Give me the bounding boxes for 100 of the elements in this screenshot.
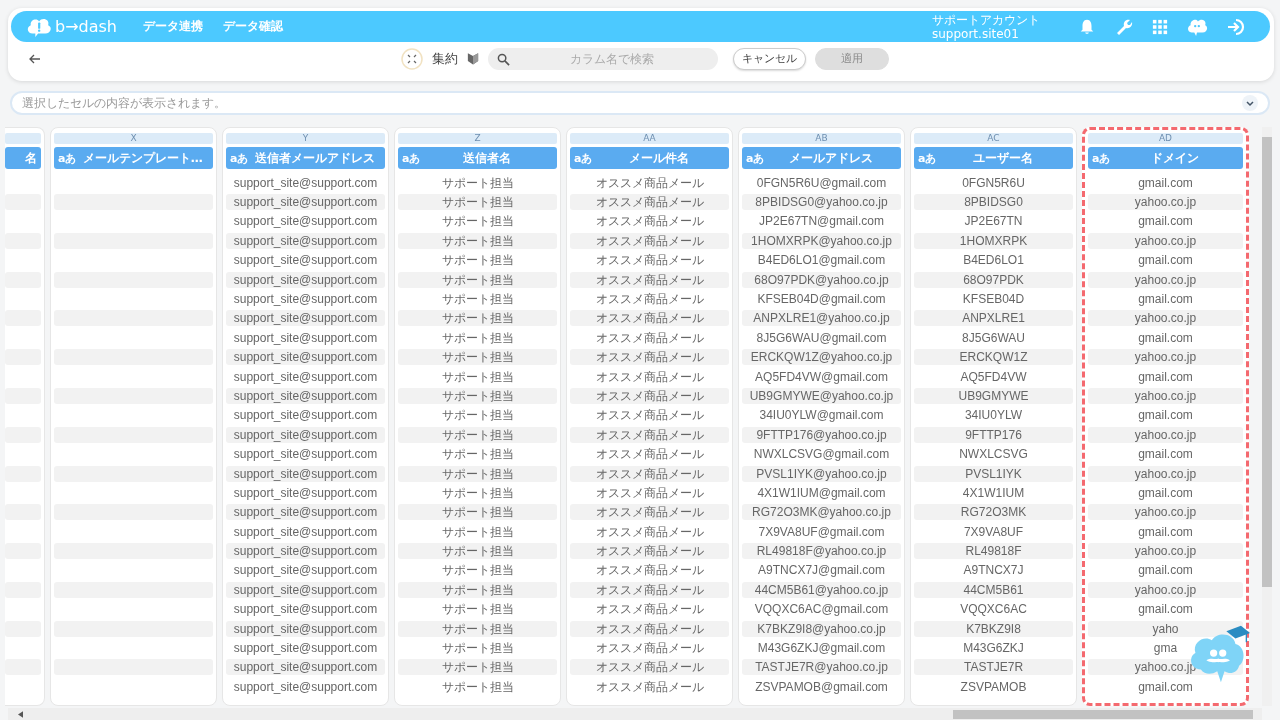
column-title: ユーザー名 [971, 149, 1034, 167]
table-cell: yaho [1088, 620, 1243, 637]
table-cell-text: M43G6ZKJ@gmail.com [756, 640, 887, 657]
table-cell: support_site@support.com [226, 310, 385, 327]
table-cell: support_site@support.com [226, 504, 385, 521]
table-cell-text: 0FGN5R6U@gmail.com [755, 174, 888, 191]
column-header[interactable]: aあ メールアドレス [742, 147, 901, 170]
table-cell-text: オススメ商品メール [594, 174, 705, 191]
table-cell: yahoo.co.jp [1088, 426, 1243, 443]
column-header[interactable]: aあ ユーザー名 [914, 147, 1073, 170]
table-cell-text: gmail.com [1137, 329, 1194, 346]
table-cell-text: 34IU0YLW@gmail.com [758, 407, 885, 424]
cancel-button[interactable]: キャンセル [733, 47, 806, 70]
table-cell: ANPXLRE1 [914, 310, 1073, 327]
table-cell: サポート担当 [398, 194, 557, 211]
collapse-icon[interactable] [401, 47, 423, 70]
table-cell: オススメ商品メール [570, 194, 729, 211]
nav-link[interactable]: データ連携 [143, 18, 203, 35]
type-label: aあ [918, 150, 937, 166]
column-header[interactable]: aあ 送信者メールアドレス [226, 147, 385, 170]
table-cell-text: オススメ商品メール [594, 329, 705, 346]
table-cell-text: gmail.com [1137, 291, 1194, 307]
table-cell-text: サポート担当 [440, 213, 515, 230]
back-arrow-icon[interactable] [29, 53, 41, 64]
table-cell-text: オススメ商品メール [594, 213, 705, 230]
column-letter[interactable]: AC [914, 132, 1073, 144]
bell-icon[interactable] [1078, 17, 1096, 36]
table-cell-text: サポート担当 [440, 446, 515, 463]
table-cell-text: gmail.com [1137, 446, 1194, 463]
table-cell-text: B4ED6LO1@gmail.com [756, 252, 887, 269]
column-letter[interactable]: AD [1088, 132, 1243, 144]
table-cell: サポート担当 [398, 465, 557, 482]
nav-link[interactable]: データ確認 [223, 18, 283, 35]
logo-text[interactable]: b→dash [55, 17, 117, 36]
table-cell: 8PBIDSG0@yahoo.co.jp [742, 194, 901, 211]
table-cell-text: gmail.com [1137, 213, 1194, 230]
table-cell: PVSL1IYK [914, 465, 1073, 482]
column-header[interactable]: aあ メールテンプレート… [54, 147, 213, 170]
table-cell-text: サポート担当 [440, 523, 515, 540]
search-field[interactable]: カラム名で検索 [488, 47, 718, 70]
column-letter[interactable]: Z [398, 132, 557, 144]
table-cell: 1HOMXRPK [914, 232, 1073, 249]
table-cell-text: オススメ商品メール [594, 640, 705, 657]
table-cell-text: サポート担当 [440, 407, 515, 424]
table-cell-text: AQ5FD4VW [959, 368, 1028, 385]
column-header[interactable]: 名 [5, 147, 41, 170]
table-cell: support_site@support.com [226, 194, 385, 211]
horizontal-scrollbar[interactable] [8, 708, 1262, 720]
column-title: 送信者名 [461, 149, 512, 167]
table-cell: support_site@support.com [226, 271, 385, 288]
table-cell-text: オススメ商品メール [594, 523, 705, 540]
table-cell: ERCKQW1Z@yahoo.co.jp [742, 349, 901, 366]
table-cell-text: support_site@support.com [232, 252, 379, 269]
chevron-down-icon[interactable] [1242, 95, 1258, 111]
table-cell-text: サポート担当 [440, 174, 515, 191]
column-header[interactable]: aあ ドメイン [1088, 147, 1243, 170]
column-header[interactable]: aあ 送信者名 [398, 147, 557, 170]
table-cell-text: サポート担当 [440, 601, 515, 618]
table-cell: yahoo.co.jp [1088, 504, 1243, 521]
table-cell: yahoo.co.jp [1088, 465, 1243, 482]
table-cell: UB9GMYWE@yahoo.co.jp [742, 387, 901, 404]
table-cell-text: NWXLCSVG@gmail.com [752, 446, 891, 463]
column-title: メールテンプレート… [81, 149, 204, 167]
table-cell-text: サポート担当 [440, 329, 515, 346]
table-cell-text: KFSEB04D@gmail.com [756, 291, 887, 307]
table-cell-text: support_site@support.com [232, 174, 379, 191]
table-cell-text: オススメ商品メール [594, 368, 705, 385]
beginner-mark-icon[interactable] [467, 51, 479, 66]
table-cell: support_site@support.com [226, 387, 385, 404]
table-cell: 44CM5B61@yahoo.co.jp [742, 581, 901, 598]
table-cell: UB9GMYWE [914, 387, 1073, 404]
column-letter[interactable]: Y [226, 132, 385, 144]
table-cell-text: JP2E67TN@gmail.com [758, 213, 885, 230]
table-cell: K7BKZ9I8 [914, 620, 1073, 637]
table-cell: 9FTTP176 [914, 426, 1073, 443]
column-letter[interactable]: AB [742, 132, 901, 144]
cell-content-field[interactable]: 選択したセルの内容が表示されます。 [10, 91, 1270, 115]
table-cell: オススメ商品メール [570, 659, 729, 676]
column-letter[interactable]: AA [570, 132, 729, 144]
table-cell: サポート担当 [398, 349, 557, 366]
table-cell: オススメ商品メール [570, 581, 729, 598]
column-letter[interactable]: X [54, 132, 213, 144]
table-cell-text: サポート担当 [440, 640, 515, 657]
vertical-scrollbar[interactable] [1262, 126, 1272, 707]
table-cell: support_site@support.com [226, 581, 385, 598]
column-header[interactable]: aあ メール件名 [570, 147, 729, 170]
table-cell: サポート担当 [398, 620, 557, 637]
table-cell-text: 4X1W1IUM@gmail.com [756, 484, 887, 501]
table-cell: TASTJE7R [914, 659, 1073, 676]
table-cell-text: B4ED6LO1 [962, 252, 1025, 269]
search-icon [497, 52, 510, 66]
table-cell-text: サポート担当 [440, 484, 515, 501]
table-cell: 44CM5B61 [914, 581, 1073, 598]
grid-icon[interactable] [1152, 18, 1168, 35]
table-cell: サポート担当 [398, 543, 557, 560]
table-cell-text: AQ5FD4VW@gmail.com [754, 368, 889, 385]
table-cell-text: 7X9VA8UF [962, 523, 1025, 540]
type-label: aあ [58, 150, 77, 166]
scroll-left-icon[interactable] [18, 710, 23, 718]
table-cell: オススメ商品メール [570, 620, 729, 637]
